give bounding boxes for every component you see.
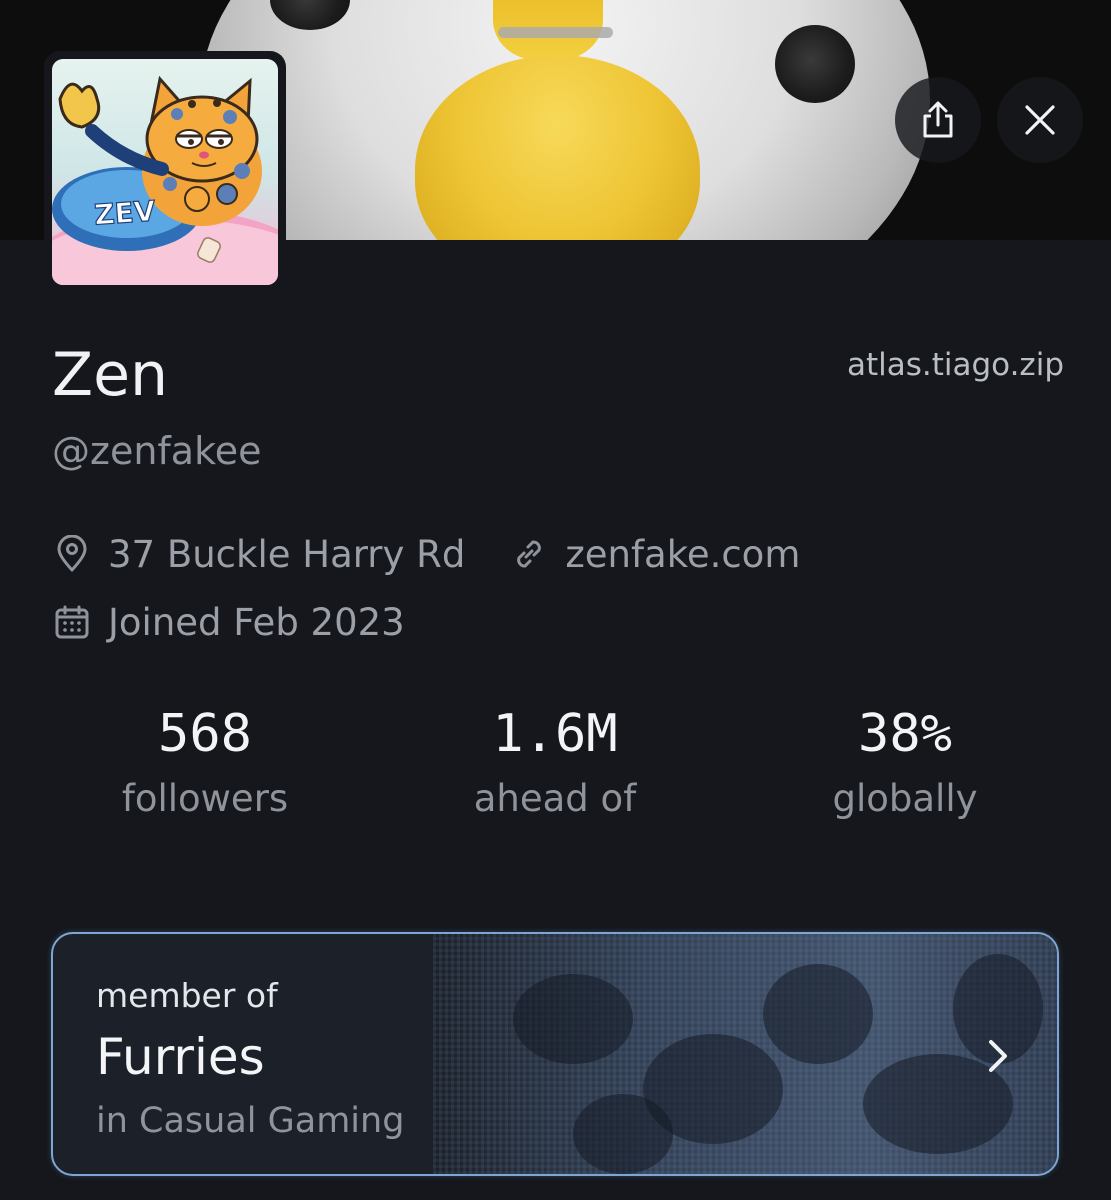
location-text: 37 Buckle Harry Rd [108, 532, 466, 576]
share-button[interactable] [895, 77, 981, 163]
stat-label: followers [121, 777, 289, 820]
stat-label: ahead of [473, 777, 637, 820]
stat-globally: 38% globally [740, 708, 1070, 817]
username-handle: @zenfakee [52, 429, 262, 473]
profile-meta-row: Joined Feb 2023 [52, 602, 405, 642]
sheet-drag-handle[interactable] [498, 27, 613, 38]
avatar[interactable]: ZEV [44, 51, 286, 293]
map-pin-icon [52, 534, 92, 574]
chevron-right-icon [989, 1040, 1007, 1072]
community-category: in Casual Gaming [96, 1101, 405, 1141]
community-card-background [433, 934, 1057, 1174]
profile-meta-row: 37 Buckle Harry Rd zenfake.com [52, 534, 800, 574]
joined-date: Joined Feb 2023 [108, 600, 405, 644]
stat-value: 568 [158, 704, 252, 764]
link-icon [509, 534, 549, 574]
stat-ahead-of: 1.6M ahead of [390, 708, 720, 817]
stat-value: 1.6M [492, 704, 618, 764]
banner-plush-eye-right [775, 25, 855, 103]
stat-label: globally [832, 777, 978, 820]
share-icon [923, 101, 953, 138]
close-button[interactable] [997, 77, 1083, 163]
community-card[interactable]: member of Furries in Casual Gaming [51, 932, 1059, 1176]
instance-link[interactable]: atlas.tiago.zip [847, 350, 1064, 381]
stat-followers[interactable]: 568 followers [40, 708, 370, 817]
avatar-image: ZEV [52, 59, 278, 285]
stat-value: 38% [858, 704, 952, 764]
close-icon [1025, 105, 1055, 135]
community-name: Furries [96, 1028, 265, 1086]
display-name: Zen [52, 340, 169, 410]
website-link[interactable]: zenfake.com [565, 536, 800, 573]
calendar-icon [52, 602, 92, 642]
avatar-badge-text: ZEV [93, 194, 157, 231]
avatar-illustration: ZEV [52, 75, 278, 285]
community-card-label: member of [96, 976, 278, 1015]
